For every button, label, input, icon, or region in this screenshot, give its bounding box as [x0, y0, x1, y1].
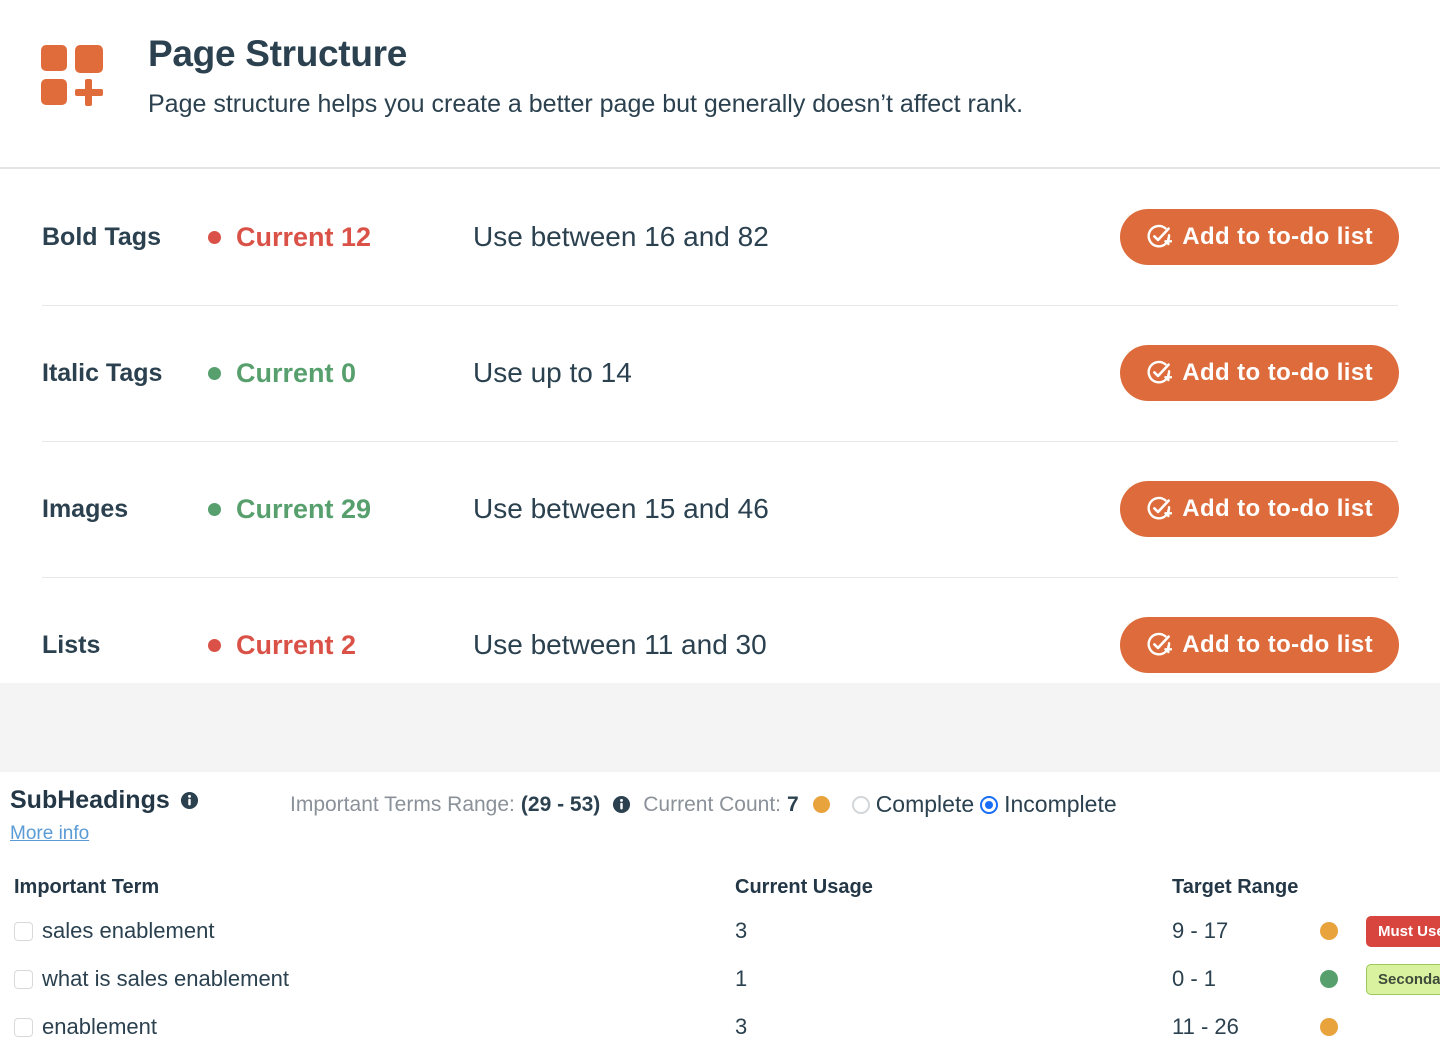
metric-current: Current 0 — [208, 358, 473, 389]
metric-current: Current 2 — [208, 630, 473, 661]
completion-filter-group: Complete Incomplete — [851, 791, 1117, 818]
metric-advice: Use up to 14 — [473, 357, 632, 388]
metric-action-cell: Add to to-do list — [1080, 345, 1440, 401]
add-to-todo-label: Add to to-do list — [1182, 223, 1373, 250]
page-structure-header: Page Structure Page structure helps you … — [0, 0, 1440, 169]
metric-action-cell: Add to to-do list — [1080, 481, 1440, 537]
circle-check-plus-icon — [1147, 632, 1173, 656]
filter-radio-complete[interactable]: Complete — [851, 791, 975, 818]
subheadings-title: SubHeadings — [10, 786, 290, 815]
radio-indicator[interactable] — [851, 795, 870, 814]
metric-label: Images — [42, 494, 129, 523]
add-to-todo-button[interactable]: Add to to-do list — [1120, 345, 1399, 401]
current-count-label: Current Count: — [643, 792, 781, 816]
table-row: sales enablement 3 9 - 17 Must Use — [0, 907, 1440, 955]
subheadings-section: SubHeadings More info Important Terms Ra… — [0, 772, 1440, 1051]
term-cell: what is sales enablement — [0, 966, 735, 992]
term-cell: enablement — [0, 1014, 735, 1040]
current-usage-cell: 3 — [735, 918, 748, 943]
metric-row: Lists Current 2 Use between 11 and 30 Add t… — [0, 577, 1440, 683]
more-info-link[interactable]: More info — [10, 823, 89, 845]
current-count-status-dot — [812, 796, 830, 813]
term-label: enablement — [42, 1014, 157, 1039]
table-row: enablement 3 11 - 26 — [0, 1003, 1440, 1051]
metric-row: Images Current 29 Use between 15 and 46 Add… — [0, 441, 1440, 577]
term-label: sales enablement — [42, 918, 215, 943]
add-to-todo-label: Add to to-do list — [1182, 359, 1373, 386]
current-usage-cell: 1 — [735, 966, 748, 991]
page-structure-icon — [41, 45, 103, 107]
metric-advice: Use between 15 and 46 — [473, 493, 769, 524]
target-range-cell: 0 - 1 — [1172, 966, 1217, 991]
add-to-todo-button[interactable]: Add to to-do list — [1120, 617, 1399, 673]
metric-label: Italic Tags — [42, 358, 163, 387]
subheadings-title-label: SubHeadings — [10, 786, 170, 814]
term-checkbox[interactable] — [14, 969, 33, 989]
metric-label: Lists — [42, 630, 101, 659]
info-icon[interactable] — [180, 791, 199, 810]
metric-current: Current 12 — [208, 222, 473, 253]
add-to-todo-label: Add to to-do list — [1182, 495, 1373, 522]
page-title: Page Structure — [148, 33, 407, 74]
metric-advice: Use between 11 and 30 — [473, 629, 767, 660]
term-status-cell — [1320, 970, 1366, 988]
metric-current-label: Current 2 — [236, 629, 357, 660]
circle-check-plus-icon — [1147, 360, 1173, 384]
metric-current-label: Current 29 — [236, 493, 372, 524]
term-badge: Secondary KW — [1366, 963, 1440, 995]
column-header-current-usage: Current Usage — [735, 875, 873, 898]
term-checkbox[interactable] — [14, 1017, 33, 1037]
metric-status-dot — [208, 366, 221, 380]
metric-current-label: Current 0 — [236, 357, 357, 388]
table-row: what is sales enablement 1 0 - 1 Secondary … — [0, 955, 1440, 1003]
metric-advice: Use between 16 and 82 — [473, 221, 769, 252]
term-status-dot — [1320, 970, 1338, 988]
metric-action-cell: Add to to-do list — [1080, 209, 1440, 265]
page-subtitle: Page structure helps you create a better… — [148, 90, 1024, 119]
page-structure-panel: Page Structure Page structure helps you … — [0, 0, 1440, 683]
terms-range-info-icon[interactable] — [612, 795, 631, 814]
term-status-cell — [1320, 1018, 1366, 1036]
term-checkbox[interactable] — [14, 921, 33, 941]
term-status-dot — [1320, 1018, 1338, 1036]
metric-action-cell: Add to to-do list — [1080, 617, 1440, 673]
metric-row: Italic Tags Current 0 Use up to 14 Add to t… — [0, 305, 1440, 441]
metric-status-dot — [208, 638, 221, 652]
metric-current-label: Current 12 — [236, 221, 372, 252]
filter-label: Complete — [875, 791, 975, 817]
metric-status-dot — [208, 502, 221, 516]
metric-status-dot — [208, 230, 221, 244]
metrics-list: Bold Tags Current 12 Use between 16 and 82… — [0, 169, 1440, 683]
add-to-todo-button[interactable]: Add to to-do list — [1120, 209, 1399, 265]
terms-range-label: Important Terms Range: — [290, 792, 515, 816]
term-label: what is sales enablement — [42, 966, 290, 991]
add-to-todo-label: Add to to-do list — [1182, 631, 1373, 658]
term-badge-cell: Secondary KW — [1366, 963, 1440, 995]
section-divider-band — [0, 683, 1440, 772]
term-status-cell — [1320, 922, 1366, 940]
radio-indicator[interactable] — [980, 795, 999, 814]
circle-check-plus-icon — [1147, 224, 1173, 248]
term-badge-cell: Must Use — [1366, 915, 1440, 947]
important-terms-table: Important Term Current Usage Target Rang… — [0, 867, 1440, 1051]
column-header-target-range: Target Range — [1172, 875, 1299, 898]
metric-row: Bold Tags Current 12 Use between 16 and 82… — [0, 169, 1440, 305]
term-badge: Must Use — [1366, 915, 1440, 947]
filter-label: Incomplete — [1004, 791, 1117, 817]
column-header-important-term: Important Term — [14, 875, 160, 898]
current-count-value: 7 — [787, 792, 799, 816]
terms-range-value: (29 - 53) — [520, 792, 601, 816]
table-header-row: Important Term Current Usage Target Rang… — [0, 867, 1440, 907]
term-status-dot — [1320, 922, 1338, 940]
metric-current: Current 29 — [208, 494, 473, 525]
filter-radio-incomplete[interactable]: Incomplete — [980, 791, 1117, 818]
add-to-todo-button[interactable]: Add to to-do list — [1120, 481, 1399, 537]
circle-check-plus-icon — [1147, 496, 1173, 520]
target-range-cell: 11 - 26 — [1172, 1014, 1239, 1039]
target-range-cell: 9 - 17 — [1172, 918, 1229, 943]
current-usage-cell: 3 — [735, 1014, 748, 1039]
metric-label: Bold Tags — [42, 222, 161, 251]
term-cell: sales enablement — [0, 918, 735, 944]
subheadings-meta: Important Terms Range: (29 - 53) Current… — [290, 786, 1117, 818]
